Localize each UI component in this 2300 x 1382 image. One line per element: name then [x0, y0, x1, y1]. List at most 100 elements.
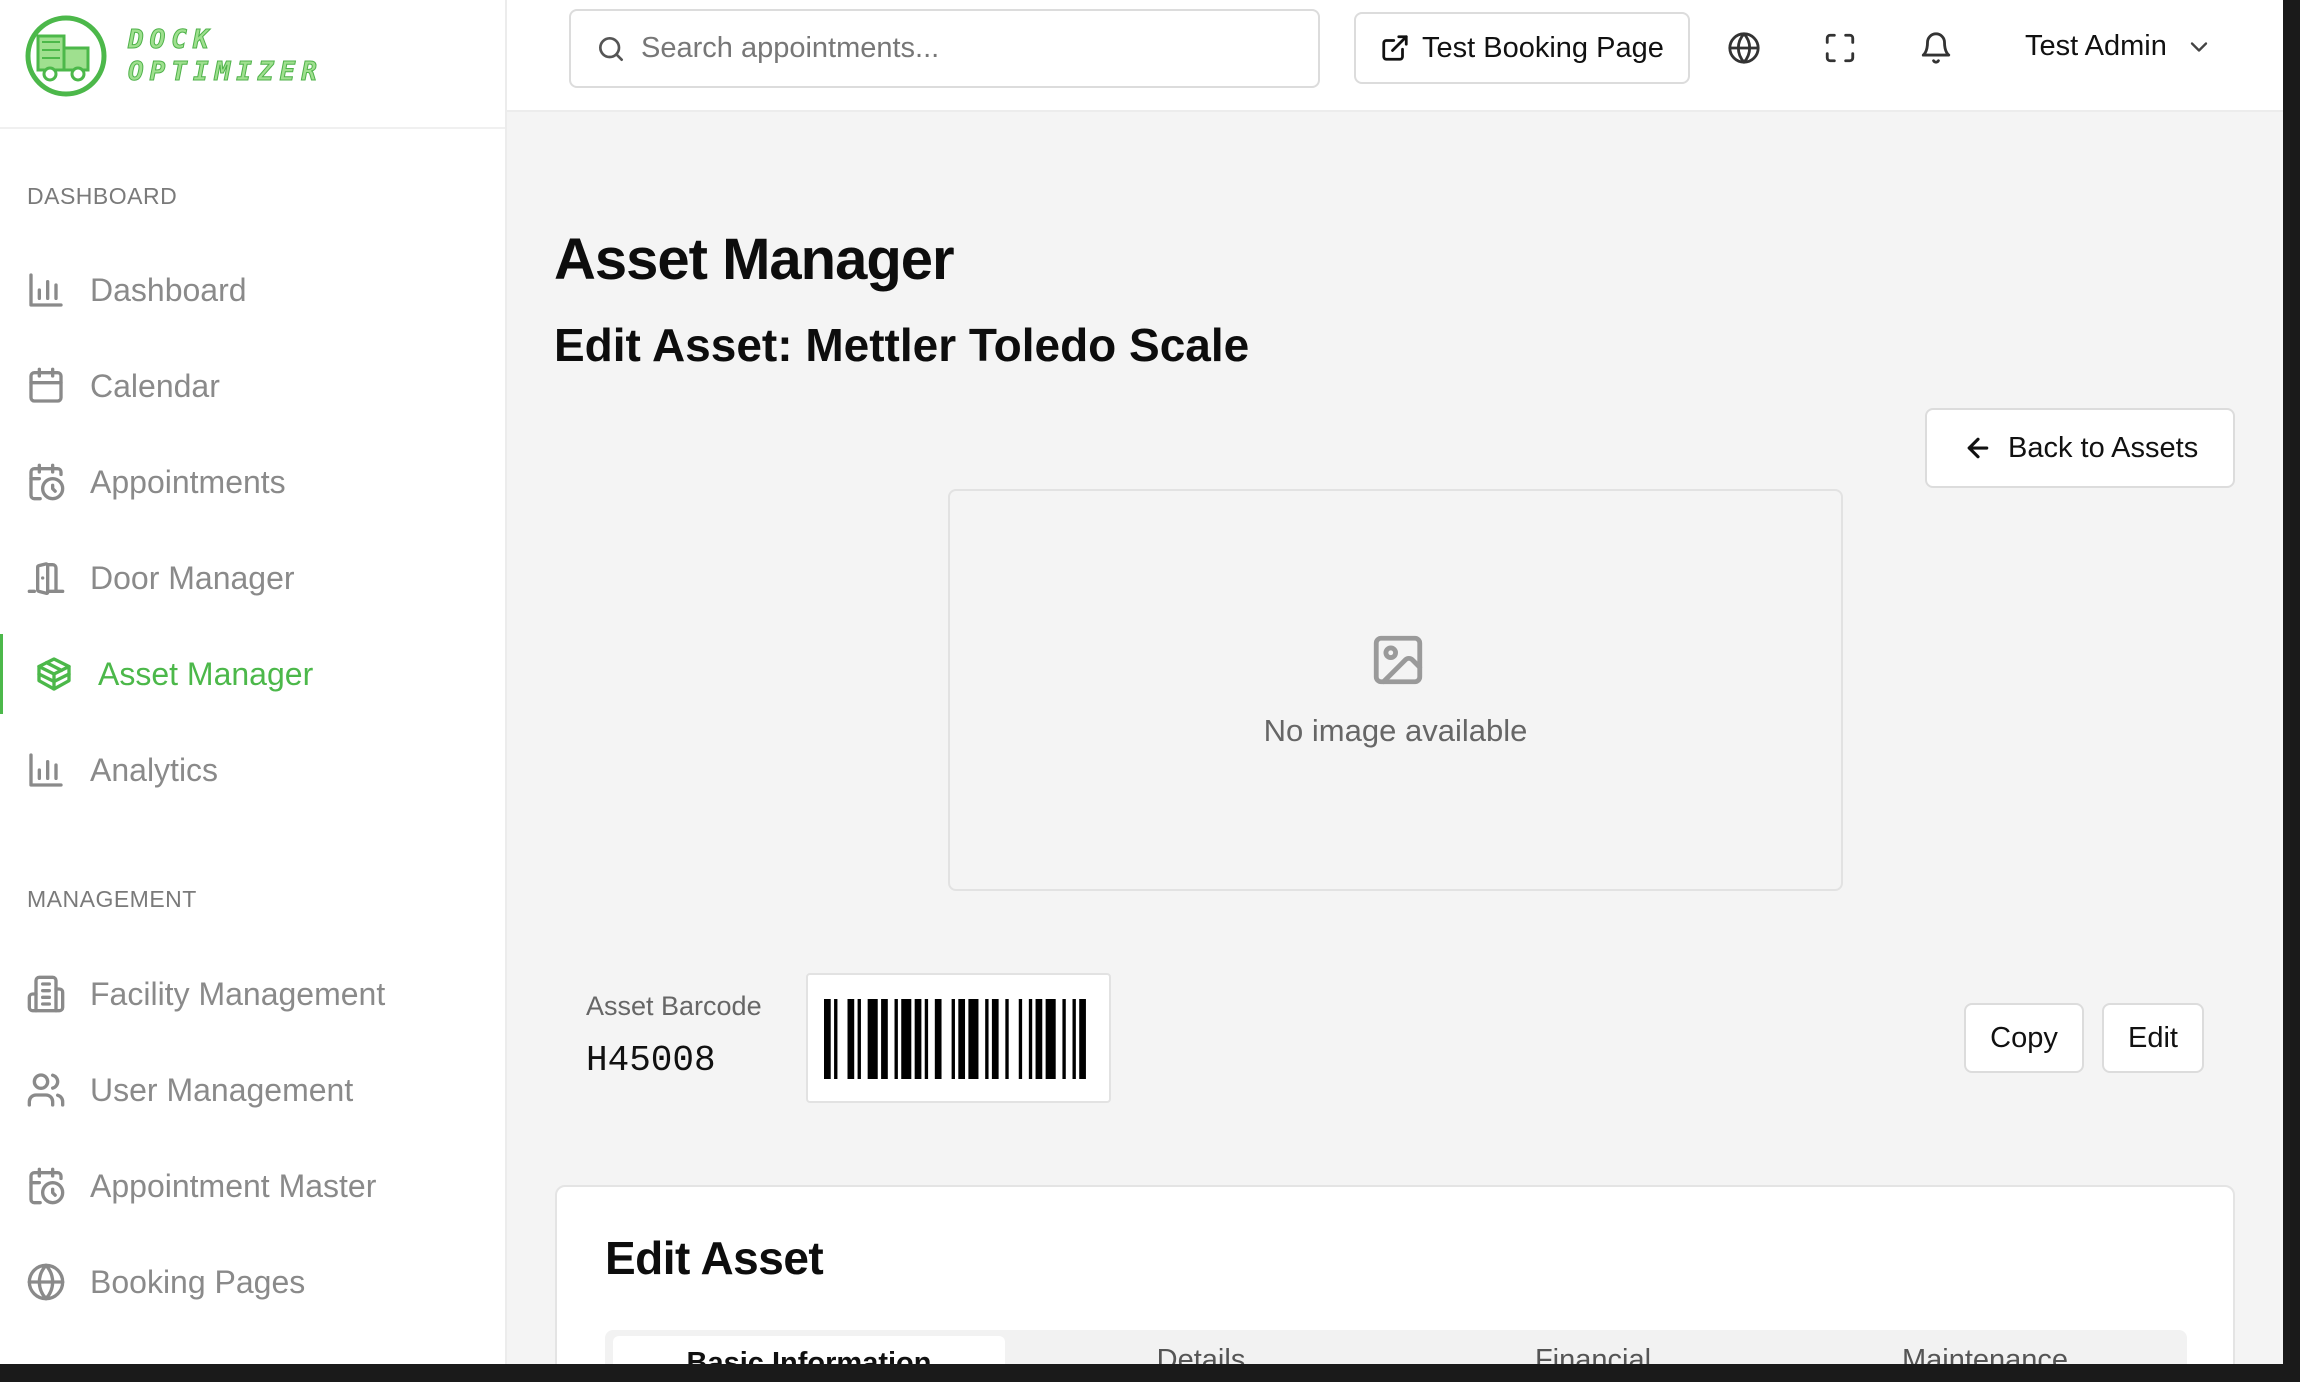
barcode-bar — [834, 999, 838, 1079]
barcode-bar — [991, 999, 999, 1079]
barcode-bar — [901, 999, 912, 1079]
sidebar-item-label: User Management — [90, 1071, 354, 1108]
sidebar-item-analytics[interactable]: Analytics — [0, 730, 505, 810]
barcode-bar — [1079, 999, 1086, 1079]
barcode-bar — [958, 999, 966, 1079]
edit-asset-card: Edit Asset Basic Information Details Fin… — [555, 1185, 2235, 1364]
external-link-icon — [1382, 35, 1408, 61]
globe-icon — [26, 1262, 66, 1302]
calendar-clock-icon — [26, 1166, 66, 1206]
barcode-bar — [1072, 999, 1076, 1079]
language-button[interactable] — [1724, 28, 1764, 68]
edit-asset-tabs: Basic Information Details Financial Main… — [605, 1330, 2187, 1364]
sidebar-item-label: Door Manager — [90, 559, 295, 596]
back-to-assets-label: Back to Assets — [2008, 431, 2199, 464]
copy-button[interactable]: Copy — [1964, 1003, 2084, 1073]
sidebar-item-asset-manager[interactable]: Asset Manager — [0, 634, 505, 714]
image-icon — [1373, 635, 1423, 685]
arrow-left-icon — [1967, 437, 1989, 459]
barcode-bar — [1035, 999, 1043, 1079]
section-title-management: MANAGEMENT — [27, 886, 197, 912]
barcode-bar — [867, 999, 878, 1079]
logo[interactable]: DOCK OPTIMIZER — [24, 14, 324, 98]
barcode-bar — [951, 999, 955, 1079]
notifications-button[interactable] — [1916, 28, 1956, 68]
users-icon — [26, 1070, 66, 1110]
search-input[interactable] — [641, 32, 1301, 65]
bar-chart-icon — [26, 750, 66, 790]
sidebar-item-label: Calendar — [90, 367, 220, 404]
bell-icon — [1921, 32, 1951, 64]
sidebar-item-label: Dashboard — [90, 271, 247, 308]
package-icon — [34, 654, 74, 694]
sidebar-item-label: Appointment Master — [90, 1167, 377, 1204]
barcode-bar — [1005, 999, 1009, 1079]
sidebar-item-facility-management[interactable]: Facility Management — [0, 954, 505, 1034]
tab-financial[interactable]: Financial — [1397, 1330, 1789, 1365]
test-booking-page-button[interactable]: Test Booking Page — [1354, 12, 1690, 84]
barcode-bar — [1028, 999, 1033, 1079]
page-subtitle: Edit Asset: Mettler Toledo Scale — [554, 319, 1250, 371]
sidebar-item-calendar[interactable]: Calendar — [0, 346, 505, 426]
app-window: DOCK OPTIMIZER DASHBOARD Dashboard Calen… — [0, 0, 2283, 1364]
truck-logo-icon — [25, 15, 107, 97]
door-icon — [26, 558, 66, 598]
barcode-bar — [1062, 999, 1066, 1079]
barcode-image — [806, 973, 1111, 1103]
barcode-bar — [894, 999, 898, 1079]
barcode-bar — [924, 999, 929, 1079]
user-menu[interactable]: Test Admin — [2025, 30, 2213, 63]
barcode-bar — [847, 999, 855, 1079]
barcode-bar — [914, 999, 922, 1079]
calendar-icon — [26, 366, 66, 406]
sidebar-item-door-manager[interactable]: Door Manager — [0, 538, 505, 618]
barcode-bar — [881, 999, 888, 1079]
sidebar-item-appointment-master[interactable]: Appointment Master — [0, 1146, 505, 1226]
barcode-bars — [824, 999, 1086, 1079]
barcode-bar — [968, 999, 979, 1079]
fullscreen-icon — [1825, 33, 1855, 63]
test-booking-page-label: Test Booking Page — [1422, 31, 1664, 64]
sidebar-item-label: Asset Manager — [98, 655, 314, 692]
barcode-label: Asset Barcode — [586, 991, 762, 1021]
barcode-value: H45008 — [586, 1040, 716, 1081]
top-header: Test Booking Page Test Admin — [507, 0, 2283, 112]
sidebar-item-label: Analytics — [90, 751, 219, 788]
tab-maintenance[interactable]: Maintenance — [1789, 1330, 2181, 1365]
edit-asset-title: Edit Asset — [605, 1232, 824, 1284]
sidebar-item-user-management[interactable]: User Management — [0, 1050, 505, 1130]
fullscreen-button[interactable] — [1820, 28, 1860, 68]
bar-chart-icon — [26, 270, 66, 310]
barcode-bar — [985, 999, 989, 1079]
barcode-bar — [824, 999, 831, 1079]
search-icon — [599, 36, 623, 61]
logo-line-2: OPTIMIZER — [128, 57, 323, 88]
tab-details[interactable]: Details — [1005, 1330, 1397, 1365]
barcode-bar — [1018, 999, 1023, 1079]
barcode-bar — [1045, 999, 1056, 1079]
barcode-bar — [857, 999, 861, 1079]
sidebar-item-label: Appointments — [90, 463, 286, 500]
calendar-clock-icon — [26, 462, 66, 502]
sidebar-item-label: Booking Pages — [90, 1263, 306, 1300]
sidebar-item-appointments[interactable]: Appointments — [0, 442, 505, 522]
divider — [0, 127, 505, 129]
sidebar-item-booking-pages[interactable]: Booking Pages — [0, 1242, 505, 1322]
logo-wordmark: DOCK OPTIMIZER — [128, 24, 323, 88]
chevron-down-icon — [2190, 41, 2208, 52]
no-image-text: No image available — [1263, 713, 1528, 748]
asset-image-placeholder: No image available — [948, 489, 1843, 891]
sidebar-item-dashboard[interactable]: Dashboard — [0, 250, 505, 330]
user-name: Test Admin — [2025, 30, 2167, 62]
sidebar: DOCK OPTIMIZER DASHBOARD Dashboard Calen… — [0, 0, 507, 1364]
edit-barcode-button[interactable]: Edit — [2102, 1003, 2204, 1073]
back-to-assets-button[interactable]: Back to Assets — [1925, 408, 2235, 488]
page-title: Asset Manager — [554, 227, 955, 292]
section-title-dashboard: DASHBOARD — [27, 183, 178, 209]
tab-basic-information[interactable]: Basic Information — [613, 1336, 1005, 1364]
logo-line-1: DOCK — [128, 25, 215, 56]
globe-icon — [1728, 32, 1760, 64]
sidebar-item-label: Facility Management — [90, 975, 386, 1012]
search-box[interactable] — [569, 9, 1320, 88]
barcode-bar — [934, 999, 942, 1079]
